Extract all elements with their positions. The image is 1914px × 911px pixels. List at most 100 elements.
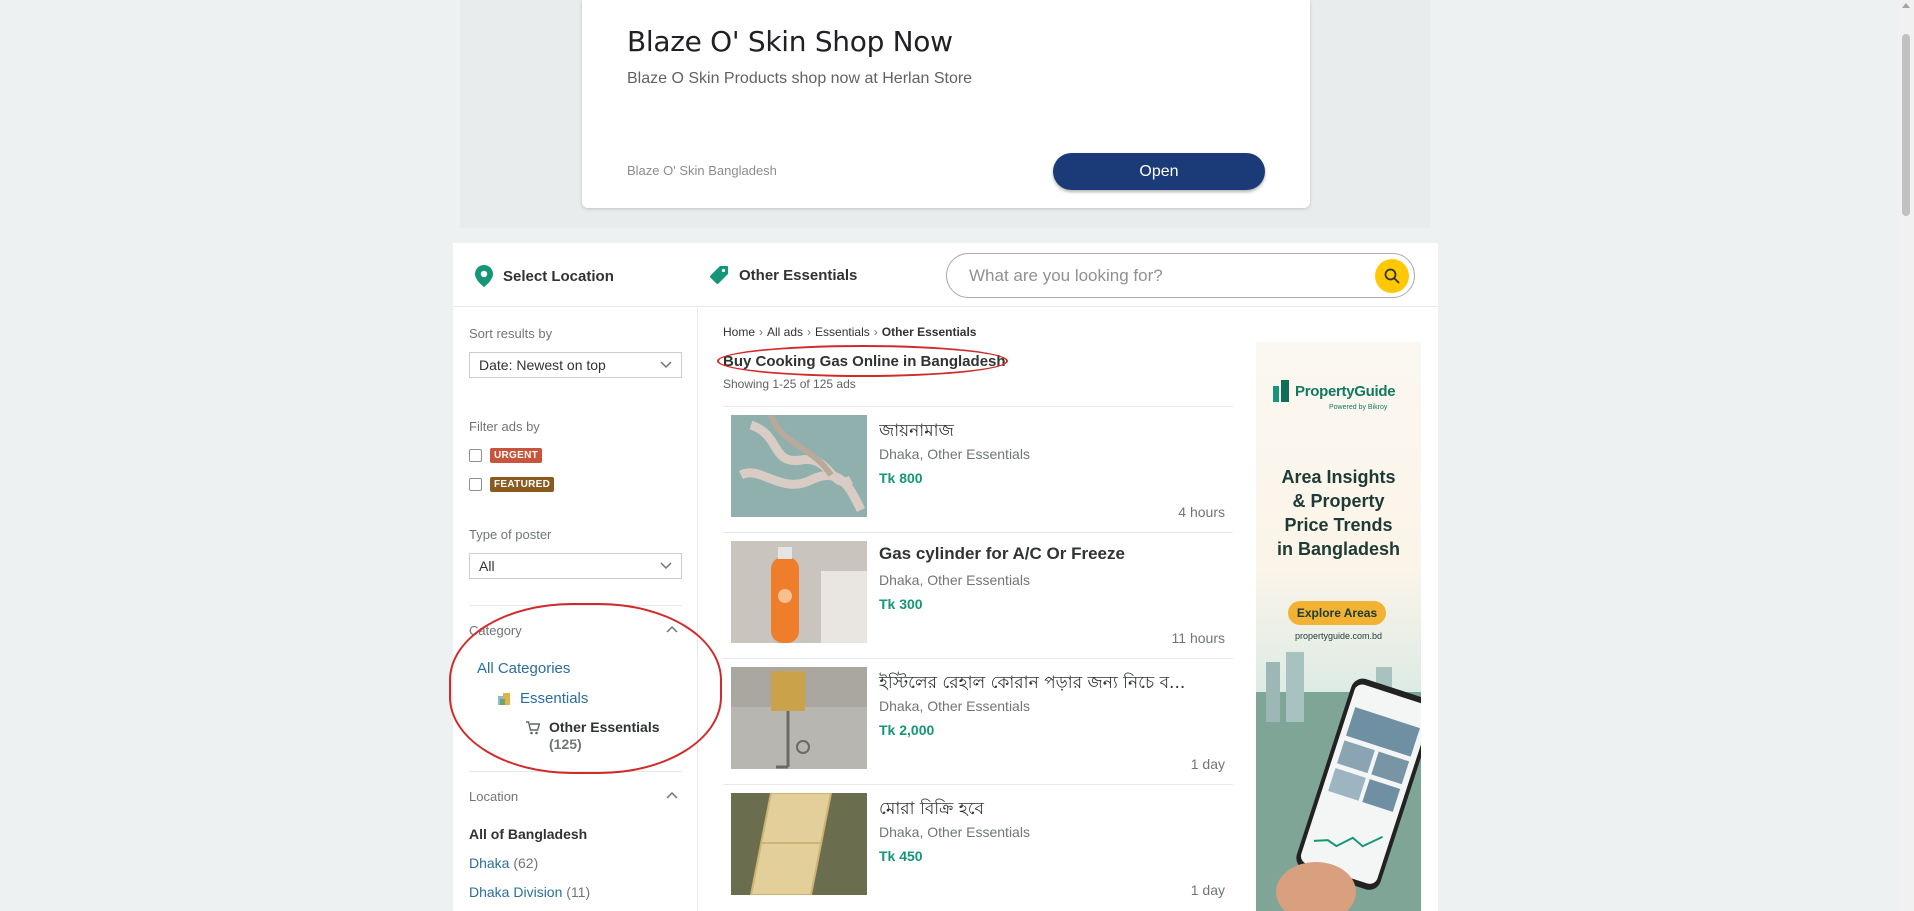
scrollbar[interactable] bbox=[1898, 0, 1914, 911]
main-panel: Select Location Other Essentials Sort re… bbox=[453, 243, 1438, 911]
breadcrumb-essentials[interactable]: Essentials bbox=[815, 325, 870, 339]
all-of-bangladesh-label[interactable]: All of Bangladesh bbox=[469, 826, 587, 842]
search-input[interactable] bbox=[969, 264, 1359, 288]
ad-headline-line: Area Insights bbox=[1281, 467, 1396, 487]
listing-thumbnail bbox=[731, 415, 867, 517]
listing-time: 11 hours bbox=[1171, 630, 1225, 646]
category-section-header[interactable]: Category bbox=[469, 623, 682, 638]
listing-title: Gas cylinder for A/C Or Freeze bbox=[879, 544, 1125, 563]
city-phone-illustration bbox=[1256, 652, 1421, 911]
powered-by-label: Powered by Bikroy bbox=[1329, 404, 1388, 411]
breadcrumb-separator-icon: › bbox=[759, 325, 764, 339]
select-category-label: Other Essentials bbox=[739, 266, 858, 284]
breadcrumb: Home › All ads › Essentials › Other Esse… bbox=[723, 325, 976, 339]
ad-open-button[interactable]: Open bbox=[1053, 153, 1265, 190]
listing-time: 4 hours bbox=[1178, 504, 1225, 520]
ad-headline-line: & Property bbox=[1292, 491, 1385, 511]
select-location-label: Select Location bbox=[503, 267, 614, 285]
essentials-category[interactable]: Essentials bbox=[497, 690, 588, 707]
breadcrumb-all-ads[interactable]: All ads bbox=[767, 325, 803, 339]
listing-time: 1 day bbox=[1190, 756, 1225, 772]
location-name: Dhaka bbox=[469, 855, 510, 871]
property-guide-logo: PropertyGuide bbox=[1272, 380, 1396, 402]
listing-thumbnail bbox=[731, 793, 867, 895]
search-box bbox=[946, 253, 1415, 298]
location-heading: Location bbox=[469, 789, 519, 804]
divider bbox=[469, 771, 682, 772]
ad-headline: Area Insights & Property Price Trends in… bbox=[1256, 465, 1421, 561]
listing-title: মোরা বিক্রি হবে bbox=[879, 799, 984, 819]
listing-price: Tk 800 bbox=[879, 470, 923, 486]
results-count: Showing 1-25 of 125 ads bbox=[723, 377, 856, 391]
search-button[interactable] bbox=[1375, 259, 1409, 293]
sort-select[interactable]: Date: Newest on top bbox=[469, 352, 682, 378]
ad-brand: Blaze O' Skin Bangladesh bbox=[627, 163, 777, 178]
all-categories-link[interactable]: All Categories bbox=[477, 660, 570, 677]
ad-headline-line: in Bangladesh bbox=[1276, 539, 1401, 559]
chevron-down-icon bbox=[660, 361, 672, 369]
listing-title: জায়নামাজ bbox=[879, 421, 954, 441]
listing-location: Dhaka, Other Essentials bbox=[879, 572, 1030, 588]
search-icon bbox=[1384, 268, 1400, 284]
property-guide-ad[interactable]: PropertyGuide Powered by Bikroy Area Ins… bbox=[1256, 342, 1421, 911]
tag-icon bbox=[710, 266, 728, 284]
current-category-label: Other Essentials bbox=[549, 719, 660, 735]
listing-item[interactable]: জায়নামাজ Dhaka, Other Essentials Tk 800… bbox=[723, 406, 1233, 532]
breadcrumb-separator-icon: › bbox=[873, 325, 878, 339]
chevron-up-icon bbox=[666, 791, 678, 799]
listing-price: Tk 300 bbox=[879, 596, 923, 612]
essentials-link: Essentials bbox=[520, 690, 589, 707]
divider bbox=[469, 605, 682, 606]
ad-headline-line: Price Trends bbox=[1284, 515, 1393, 535]
location-count: (62) bbox=[513, 855, 539, 871]
select-location-button[interactable]: Select Location bbox=[475, 265, 614, 287]
filter-sidebar: Sort results by Date: Newest on top Filt… bbox=[453, 308, 698, 911]
sort-select-value: Date: Newest on top bbox=[479, 357, 606, 373]
listing-location: Dhaka, Other Essentials bbox=[879, 824, 1030, 840]
listing-time: 1 day bbox=[1190, 882, 1225, 898]
location-pin-icon bbox=[475, 265, 493, 287]
listing-item[interactable]: Gas cylinder for A/C Or Freeze Dhaka, Ot… bbox=[723, 532, 1233, 658]
explore-areas-button[interactable]: Explore Areas bbox=[1288, 601, 1386, 625]
select-category-button[interactable]: Other Essentials bbox=[709, 265, 857, 285]
poster-type-value: All bbox=[479, 558, 495, 574]
urgent-badge: URGENT bbox=[490, 448, 543, 463]
ad-title[interactable]: Blaze O' Skin Shop Now bbox=[627, 25, 953, 58]
sort-label: Sort results by bbox=[469, 326, 553, 341]
poster-type-label: Type of poster bbox=[469, 527, 552, 542]
featured-checkbox[interactable] bbox=[469, 478, 482, 491]
other-essentials-category[interactable]: Other Essentials (125) bbox=[526, 719, 660, 753]
breadcrumb-home[interactable]: Home bbox=[723, 325, 755, 339]
chevron-down-icon bbox=[660, 562, 672, 570]
page-title: Buy Cooking Gas Online in Bangladesh bbox=[723, 353, 1006, 370]
category-heading: Category bbox=[469, 623, 522, 638]
listing-thumbnail bbox=[731, 541, 867, 643]
urgent-checkbox[interactable] bbox=[469, 449, 482, 462]
search-bar-row: Select Location Other Essentials bbox=[453, 243, 1438, 307]
listing-item[interactable]: ইস্টিলের রেহাল কোরান পড়ার জন্য নিচে ব..… bbox=[723, 658, 1233, 784]
location-item-dhaka-division[interactable]: Dhaka Division (11) bbox=[469, 884, 590, 900]
cart-icon bbox=[526, 721, 540, 735]
listing-title: ইস্টিলের রেহাল কোরান পড়ার জন্য নিচে ব..… bbox=[879, 673, 1186, 693]
location-count: (11) bbox=[566, 884, 591, 900]
building-icon bbox=[1273, 380, 1289, 402]
listing-thumbnail bbox=[731, 667, 867, 769]
featured-filter: FEATURED bbox=[469, 477, 555, 492]
scroll-up-icon[interactable] bbox=[1902, 3, 1910, 8]
filter-label: Filter ads by bbox=[469, 419, 540, 434]
location-name: Dhaka Division bbox=[469, 884, 563, 900]
poster-type-select[interactable]: All bbox=[469, 553, 682, 579]
breadcrumb-separator-icon: › bbox=[807, 325, 812, 339]
scroll-thumb[interactable] bbox=[1902, 34, 1910, 216]
current-category-count: (125) bbox=[549, 736, 582, 752]
listing-location: Dhaka, Other Essentials bbox=[879, 446, 1030, 462]
ad-card[interactable]: Blaze O' Skin Shop Now Blaze O Skin Prod… bbox=[582, 0, 1310, 208]
essentials-icon bbox=[498, 692, 510, 705]
urgent-filter: URGENT bbox=[469, 448, 543, 463]
listing-price: Tk 2,000 bbox=[879, 722, 935, 738]
listing-location: Dhaka, Other Essentials bbox=[879, 698, 1030, 714]
location-section-header[interactable]: Location bbox=[469, 789, 682, 804]
location-item-dhaka[interactable]: Dhaka (62) bbox=[469, 855, 538, 871]
listing-item[interactable]: মোরা বিক্রি হবে Dhaka, Other Essentials … bbox=[723, 784, 1233, 910]
featured-badge: FEATURED bbox=[490, 477, 555, 492]
